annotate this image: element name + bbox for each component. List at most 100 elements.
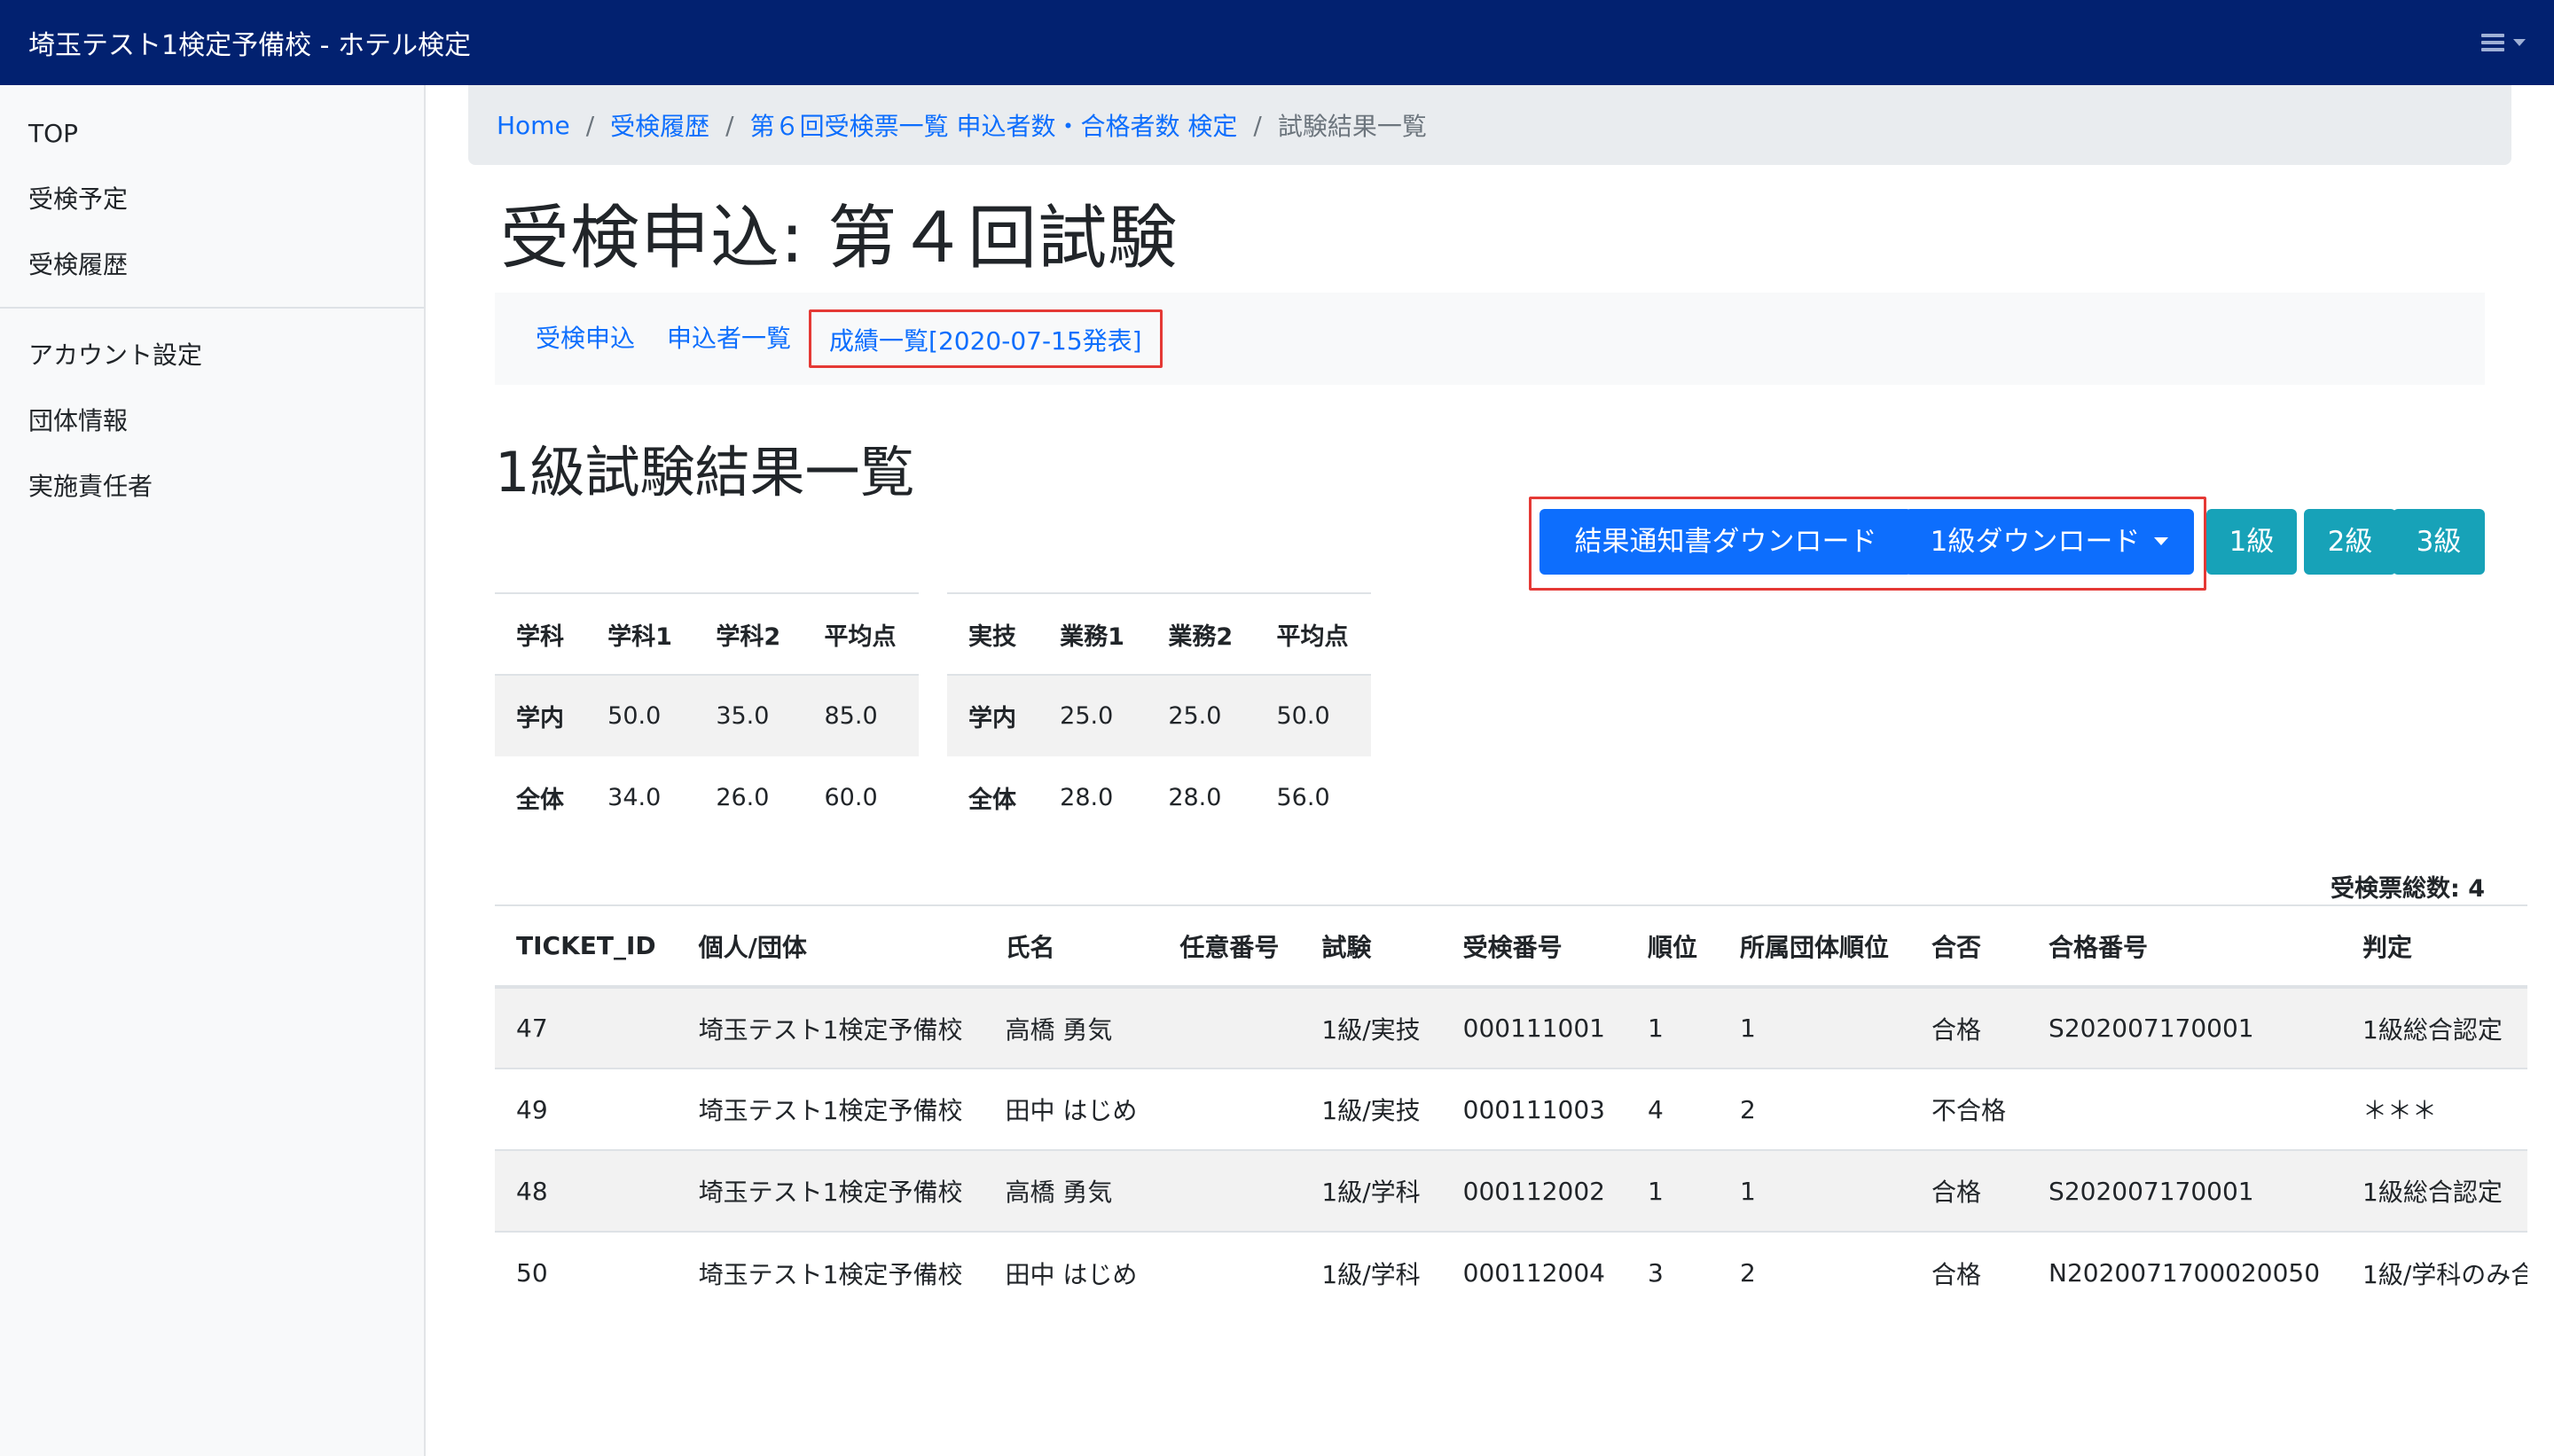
cell-rank: 1 <box>1626 986 1720 1069</box>
cell-exam-number: 000111003 <box>1441 1068 1626 1150</box>
row-label: 全体 <box>968 786 1016 814</box>
table-header: 平均点 <box>803 592 919 676</box>
column-header-rank: 順位 <box>1626 904 1720 989</box>
cell-exam-number: 000112004 <box>1441 1231 1626 1313</box>
page-title: 受検申込: 第４回試験 <box>500 199 1179 278</box>
column-header-exam-number: 受検番号 <box>1441 904 1626 989</box>
grade-download-dropdown-button[interactable]: 1級ダウンロード <box>1905 509 2194 575</box>
table-row: 学内 25.0 25.0 50.0 <box>947 675 1371 756</box>
section-title: 1級試験結果一覧 <box>495 440 915 505</box>
cell-pass-number: N2020071700020050 <box>2027 1231 2342 1313</box>
table-cell: 56.0 <box>1276 783 1330 811</box>
table-cell: 25.0 <box>1060 702 1114 730</box>
cell-group-rank: 2 <box>1719 1068 1911 1150</box>
cell-rank: 3 <box>1626 1231 1720 1313</box>
cell-judgment: ＊＊＊ <box>2341 1068 2528 1150</box>
grade-1-button[interactable]: 1級 <box>2206 509 2297 575</box>
sub-navigation: 受検申込 申込者一覧 成績一覧[2020-07-15発表] <box>495 293 2485 385</box>
column-header-judgment: 判定 <box>2341 904 2528 989</box>
practical-score-table: 実技 業務1 業務2 平均点 学内 25.0 25.0 50.0 全体 28.0… <box>947 592 1371 838</box>
column-header-optional-number: 任意番号 <box>1158 904 1301 989</box>
hamburger-icon <box>2481 34 2504 51</box>
cell-name: 田中 はじめ <box>983 1068 1159 1150</box>
column-header-group-rank: 所属団体順位 <box>1719 904 1911 989</box>
sidebar-item-organization-info[interactable]: 団体情報 <box>0 388 424 454</box>
row-label: 学内 <box>968 705 1016 732</box>
cell-rank: 1 <box>1626 1149 1720 1232</box>
cell-optional-number <box>1158 1068 1301 1150</box>
table-cell: 25.0 <box>1168 702 1222 730</box>
cell-optional-number <box>1158 1231 1301 1313</box>
table-cell: 85.0 <box>824 702 878 730</box>
tab-exam-application[interactable]: 受検申込 <box>520 309 651 368</box>
table-row: 47 埼玉テスト1検定予備校 高橋 勇気 1級/実技 000111001 1 1… <box>495 986 2528 1069</box>
app-brand[interactable]: 埼玉テスト1検定予備校 - ホテル検定 <box>28 23 471 62</box>
table-cell: 35.0 <box>716 702 770 730</box>
tab-score-list[interactable]: 成績一覧[2020-07-15発表] <box>809 309 1163 368</box>
cell-exam-number: 000111001 <box>1441 986 1626 1069</box>
cell-pass-number: S202007170001 <box>2027 986 2342 1069</box>
table-header: 学科 <box>495 592 587 676</box>
cell-judgment: 1級総合認定 <box>2341 1149 2528 1232</box>
cell-exam-number: 000112002 <box>1441 1149 1626 1232</box>
cell-individual-group: 埼玉テスト1検定予備校 <box>677 1149 984 1232</box>
sidebar-divider <box>0 307 424 309</box>
results-table: TICKET_ID 個人/団体 氏名 任意番号 試験 受検番号 順位 所属団体順… <box>495 904 2528 1313</box>
sidebar-item-responsible-person[interactable]: 実施責任者 <box>0 454 424 520</box>
sidebar-item-account-settings[interactable]: アカウント設定 <box>0 323 424 388</box>
breadcrumb-ticket-list[interactable]: 第６回受検票一覧 申込者数・合格者数 検定 <box>750 107 1238 143</box>
column-header-pass-number: 合格番号 <box>2027 904 2342 989</box>
menu-toggle-button[interactable] <box>2481 34 2526 51</box>
table-cell: 28.0 <box>1168 783 1222 811</box>
cell-exam: 1級/実技 <box>1300 1068 1442 1150</box>
table-header: 学科1 <box>586 592 695 676</box>
sidebar: TOP 受検予定 受検履歴 アカウント設定 団体情報 実施責任者 <box>0 85 426 1456</box>
table-header: 平均点 <box>1255 592 1371 676</box>
grade-download-label: 1級ダウンロード <box>1930 526 2141 558</box>
cell-exam: 1級/学科 <box>1300 1231 1442 1313</box>
table-row: 49 埼玉テスト1検定予備校 田中 はじめ 1級/実技 000111003 4 … <box>495 1068 2528 1150</box>
caret-down-icon <box>2154 537 2169 545</box>
table-header: 学科2 <box>694 592 803 676</box>
cell-ticket-id: 49 <box>495 1068 678 1150</box>
cell-group-rank: 2 <box>1719 1231 1911 1313</box>
cell-ticket-id: 50 <box>495 1231 678 1313</box>
column-header-exam: 試験 <box>1300 904 1442 989</box>
table-row: 50 埼玉テスト1検定予備校 田中 はじめ 1級/学科 000112004 3 … <box>495 1231 2528 1313</box>
column-header-name: 氏名 <box>983 904 1159 989</box>
table-cell: 34.0 <box>607 783 662 811</box>
column-header-individual-group: 個人/団体 <box>677 904 984 989</box>
result-notice-download-button[interactable]: 結果通知書ダウンロード <box>1539 509 1912 575</box>
cell-judgment: 1級/学科のみ合格 <box>2341 1231 2528 1313</box>
grade-3-button[interactable]: 3級 <box>2393 509 2485 575</box>
breadcrumb-exam-history[interactable]: 受検履歴 <box>610 107 709 143</box>
table-cell: 26.0 <box>716 783 770 811</box>
cell-group-rank: 1 <box>1719 986 1911 1069</box>
grade-2-button[interactable]: 2級 <box>2304 509 2396 575</box>
column-header-ticket-id: TICKET_ID <box>495 904 678 989</box>
table-header: 業務1 <box>1038 592 1148 676</box>
row-label: 学内 <box>516 705 564 732</box>
chevron-down-icon <box>2513 39 2526 46</box>
cell-name: 高橋 勇気 <box>983 986 1159 1069</box>
table-row: 全体 28.0 28.0 56.0 <box>947 756 1371 838</box>
cell-pass-number <box>2027 1068 2342 1150</box>
breadcrumb-home[interactable]: Home <box>497 111 570 140</box>
written-score-table: 学科 学科1 学科2 平均点 学内 50.0 35.0 85.0 全体 34.0… <box>495 592 919 838</box>
table-cell: 60.0 <box>824 783 878 811</box>
cell-pass-fail: 合格 <box>1910 1149 2028 1232</box>
breadcrumb: Home / 受検履歴 / 第６回受検票一覧 申込者数・合格者数 検定 / 試験… <box>468 85 2511 165</box>
cell-optional-number <box>1158 1149 1301 1232</box>
sidebar-item-scheduled-exams[interactable]: 受検予定 <box>0 167 424 232</box>
sidebar-item-exam-history[interactable]: 受検履歴 <box>0 232 424 298</box>
table-header: 実技 <box>947 592 1039 676</box>
cell-individual-group: 埼玉テスト1検定予備校 <box>677 1068 984 1150</box>
sidebar-item-top[interactable]: TOP <box>0 101 424 167</box>
cell-exam: 1級/実技 <box>1300 986 1442 1069</box>
cell-name: 高橋 勇気 <box>983 1149 1159 1232</box>
tab-applicant-list[interactable]: 申込者一覧 <box>651 309 807 368</box>
table-header: 業務2 <box>1147 592 1256 676</box>
cell-rank: 4 <box>1626 1068 1720 1150</box>
top-navbar: 埼玉テスト1検定予備校 - ホテル検定 <box>0 0 2554 85</box>
total-ticket-count: 受検票総数: 4 <box>2331 875 2485 903</box>
